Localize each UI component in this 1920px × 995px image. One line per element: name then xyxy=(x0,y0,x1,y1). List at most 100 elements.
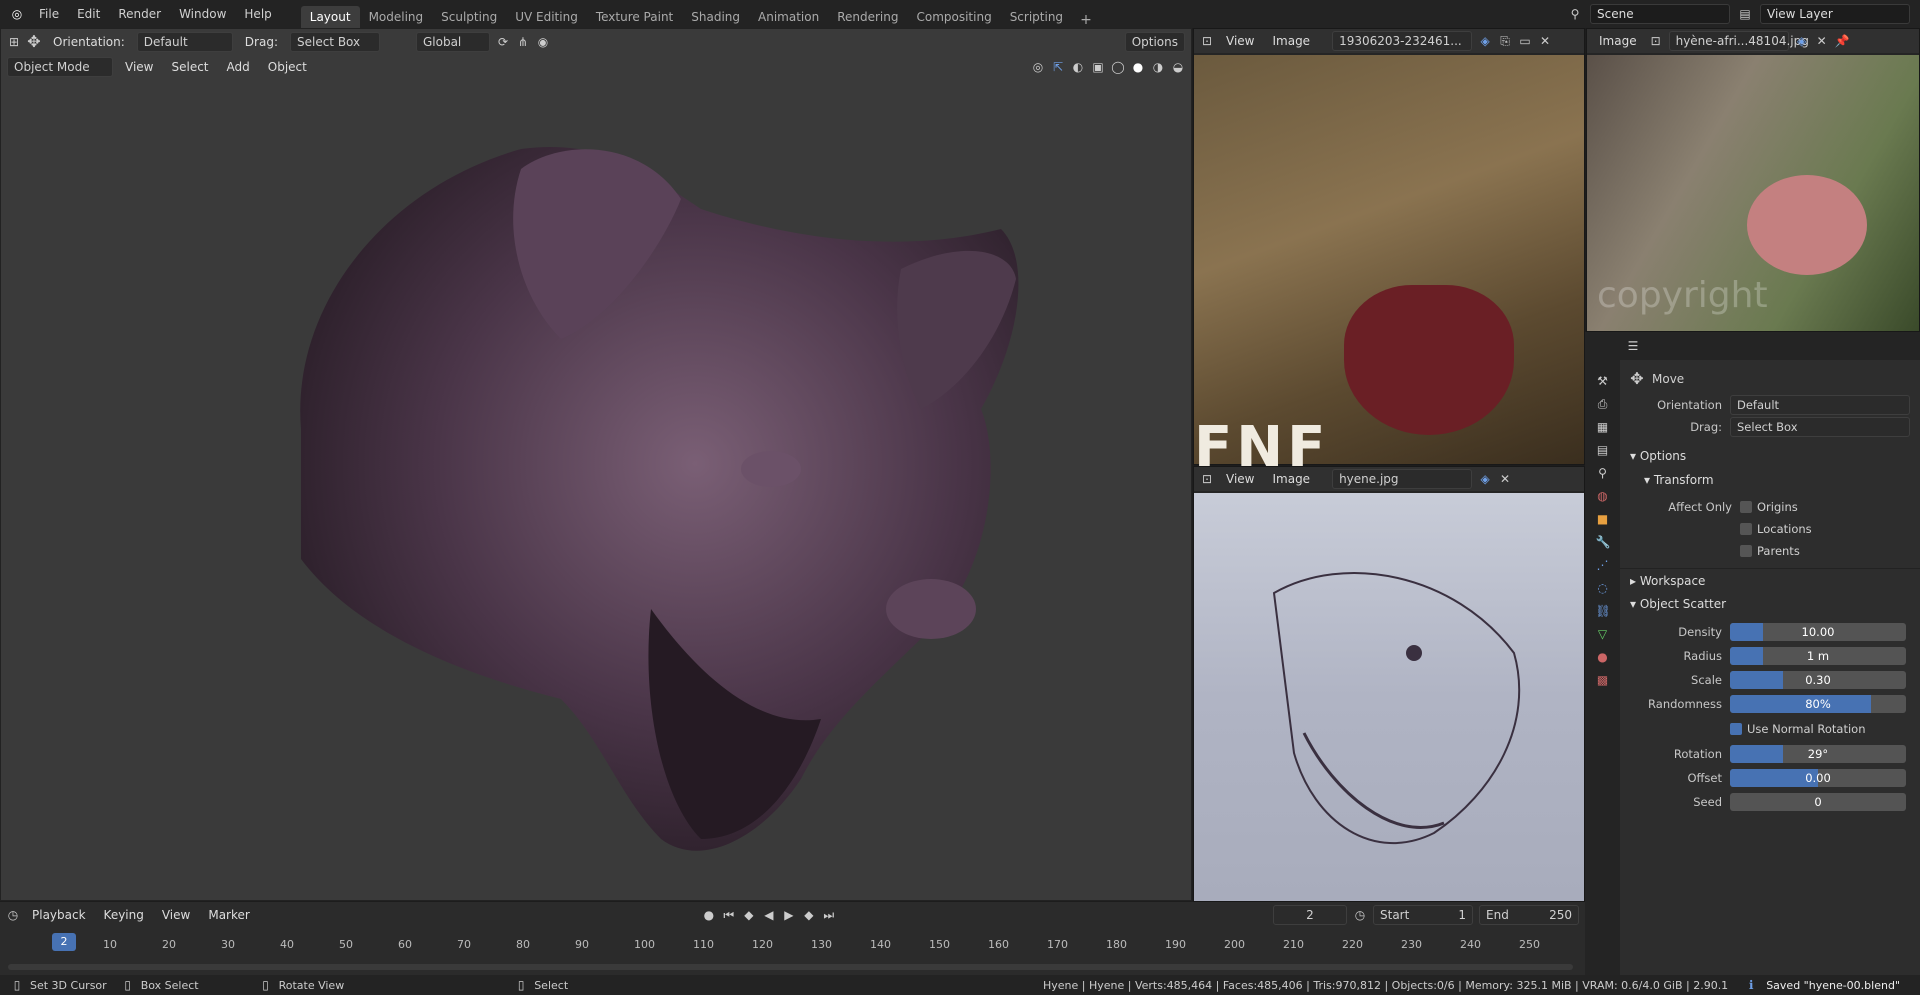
seed-slider[interactable]: 0 xyxy=(1730,793,1906,811)
image-bottom-name-field[interactable]: hyene.jpg xyxy=(1332,469,1473,489)
scene-selector[interactable]: Scene xyxy=(1590,4,1730,24)
tab-scripting[interactable]: Scripting xyxy=(1001,6,1072,28)
view-layer-tab-icon[interactable]: ▤ xyxy=(1596,443,1610,457)
viewport-menu-add[interactable]: Add xyxy=(221,57,256,77)
tab-rendering[interactable]: Rendering xyxy=(828,6,907,28)
material-tab-icon[interactable]: ● xyxy=(1596,650,1610,664)
image-browse-icon[interactable]: ⊡ xyxy=(1649,34,1663,48)
image-bottom-menu-image[interactable]: Image xyxy=(1266,469,1316,489)
tab-sculpting[interactable]: Sculpting xyxy=(432,6,506,28)
menu-help[interactable]: Help xyxy=(235,0,280,28)
tab-animation[interactable]: Animation xyxy=(749,6,828,28)
viewport-menu-view[interactable]: View xyxy=(119,57,159,77)
transform-orientation-dropdown[interactable]: Global xyxy=(415,32,490,52)
view-layer-icon[interactable]: ▤ xyxy=(1738,7,1752,21)
close-image-icon[interactable]: ✕ xyxy=(1538,34,1552,48)
randomness-slider[interactable]: 80% xyxy=(1730,695,1906,713)
rotation-slider[interactable]: 29° xyxy=(1730,745,1906,763)
move-tool-icon[interactable]: ✥ xyxy=(27,34,41,50)
origins-checkbox[interactable] xyxy=(1740,501,1752,513)
prop-drag-dropdown[interactable]: Select Box xyxy=(1730,417,1910,437)
image-top-menu-view[interactable]: View xyxy=(1220,31,1260,51)
mode-dropdown[interactable]: Object Mode xyxy=(7,57,113,77)
radius-slider[interactable]: 1 m xyxy=(1730,647,1906,665)
tab-texture-paint[interactable]: Texture Paint xyxy=(587,6,682,28)
texture-tab-icon[interactable]: ▩ xyxy=(1596,673,1610,687)
fake-user-bottom-icon[interactable]: ◈ xyxy=(1478,472,1492,486)
fake-user-right-icon[interactable]: ◈ xyxy=(1795,34,1809,48)
playhead[interactable]: 2 xyxy=(52,933,76,951)
add-workspace-button[interactable]: + xyxy=(1072,12,1100,28)
xray-icon[interactable]: ▣ xyxy=(1091,60,1105,74)
density-slider[interactable]: 10.00 xyxy=(1730,623,1906,641)
rendered-shading-icon[interactable]: ◒ xyxy=(1171,60,1185,74)
scatter-section-header[interactable]: ▾ Object Scatter xyxy=(1620,592,1920,616)
image-editor-bottom-type-icon[interactable]: ⊡ xyxy=(1200,472,1214,486)
workspace-section-header[interactable]: ▸ Workspace xyxy=(1620,568,1920,592)
constraints-tab-icon[interactable]: ⛓ xyxy=(1596,604,1611,618)
locations-checkbox[interactable] xyxy=(1740,523,1752,535)
close-image-bottom-icon[interactable]: ✕ xyxy=(1498,472,1512,486)
gizmo-icon[interactable]: ⇱ xyxy=(1051,60,1065,74)
menu-window[interactable]: Window xyxy=(170,0,235,28)
pivot-icon[interactable]: ⟳ xyxy=(496,35,510,49)
pin-icon[interactable]: 📌 xyxy=(1835,34,1850,48)
tab-compositing[interactable]: Compositing xyxy=(907,6,1000,28)
modifier-tab-icon[interactable]: 🔧 xyxy=(1596,535,1611,549)
use-normal-rotation-checkbox[interactable] xyxy=(1730,723,1742,735)
tab-shading[interactable]: Shading xyxy=(682,6,749,28)
scene-icon[interactable]: ⚲ xyxy=(1568,7,1582,21)
object-tab-icon[interactable]: ■ xyxy=(1596,512,1610,526)
options-section-header[interactable]: ▾ Options xyxy=(1620,444,1920,468)
image-editor-top[interactable]: ⊡ View Image 19306203-232461... ◈ ⎘ ▭ ✕ … xyxy=(1193,28,1585,480)
viewport-menu-select[interactable]: Select xyxy=(165,57,214,77)
editor-type-icon[interactable]: ⊞ xyxy=(7,35,21,49)
options-dropdown[interactable]: Options xyxy=(1124,32,1185,52)
visibility-icon[interactable]: ◎ xyxy=(1031,60,1045,74)
proportional-icon[interactable]: ◉ xyxy=(536,35,550,49)
menu-file[interactable]: File xyxy=(30,0,68,28)
image-right-menu-image[interactable]: Image xyxy=(1593,31,1643,51)
blender-logo-icon[interactable]: ◎ xyxy=(10,7,24,21)
menu-render[interactable]: Render xyxy=(109,0,170,28)
new-image-icon[interactable]: ⎘ xyxy=(1498,34,1512,48)
viewport-menu-object[interactable]: Object xyxy=(262,57,313,77)
open-image-icon[interactable]: ▭ xyxy=(1518,34,1532,48)
world-tab-icon[interactable]: ◍ xyxy=(1596,489,1610,503)
timeline-scrollbar[interactable] xyxy=(8,964,1573,970)
image-bottom-menu-view[interactable]: View xyxy=(1220,469,1260,489)
menu-edit[interactable]: Edit xyxy=(68,0,109,28)
view-layer-selector[interactable]: View Layer xyxy=(1760,4,1910,24)
prop-orientation-dropdown[interactable]: Default xyxy=(1730,395,1910,415)
tab-modeling[interactable]: Modeling xyxy=(360,6,433,28)
image-top-name-field[interactable]: 19306203-232461... xyxy=(1332,31,1473,51)
snap-icon[interactable]: ⋔ xyxy=(516,35,530,49)
image-editor-type-icon[interactable]: ⊡ xyxy=(1200,34,1214,48)
3d-viewport[interactable]: ⊞ ✥ Orientation: Default Drag: Select Bo… xyxy=(0,28,1192,901)
data-tab-icon[interactable]: ▽ xyxy=(1596,627,1610,641)
output-tab-icon[interactable]: ▦ xyxy=(1596,420,1610,434)
tab-uv-editing[interactable]: UV Editing xyxy=(506,6,587,28)
solid-shading-icon[interactable]: ● xyxy=(1131,60,1145,74)
render-tab-icon[interactable]: ⎙ xyxy=(1596,397,1610,411)
overlay-icon[interactable]: ◐ xyxy=(1071,60,1085,74)
scale-slider[interactable]: 0.30 xyxy=(1730,671,1906,689)
particles-tab-icon[interactable]: ⋰ xyxy=(1596,558,1610,572)
material-shading-icon[interactable]: ◑ xyxy=(1151,60,1165,74)
transform-section-header[interactable]: ▾ Transform xyxy=(1620,468,1920,492)
offset-slider[interactable]: 0.00 xyxy=(1730,769,1906,787)
properties-editor-icon[interactable]: ☰ xyxy=(1626,339,1640,353)
image-editor-right[interactable]: Image ⊡ hyène-afri...48104.jpg ◈ ✕ 📌 cop… xyxy=(1586,28,1920,332)
wireframe-shading-icon[interactable]: ◯ xyxy=(1111,60,1125,74)
parents-checkbox[interactable] xyxy=(1740,545,1752,557)
physics-tab-icon[interactable]: ◌ xyxy=(1596,581,1610,595)
image-right-name-field[interactable]: hyène-afri...48104.jpg xyxy=(1668,31,1809,51)
image-editor-bottom[interactable]: ⊡ View Image hyene.jpg ◈ ✕ xyxy=(1193,466,1585,902)
fake-user-icon[interactable]: ◈ xyxy=(1478,34,1492,48)
tab-layout[interactable]: Layout xyxy=(300,6,360,28)
scene-tab-icon[interactable]: ⚲ xyxy=(1596,466,1610,480)
tool-tab-icon[interactable]: ⚒ xyxy=(1596,374,1610,388)
timeline[interactable]: ◷ Playback Keying View Marker ● ⏮ ◆ ◀ ▶ … xyxy=(0,902,1585,975)
hyena-sculpt-model[interactable] xyxy=(1,79,1191,899)
close-image-right-icon[interactable]: ✕ xyxy=(1815,34,1829,48)
